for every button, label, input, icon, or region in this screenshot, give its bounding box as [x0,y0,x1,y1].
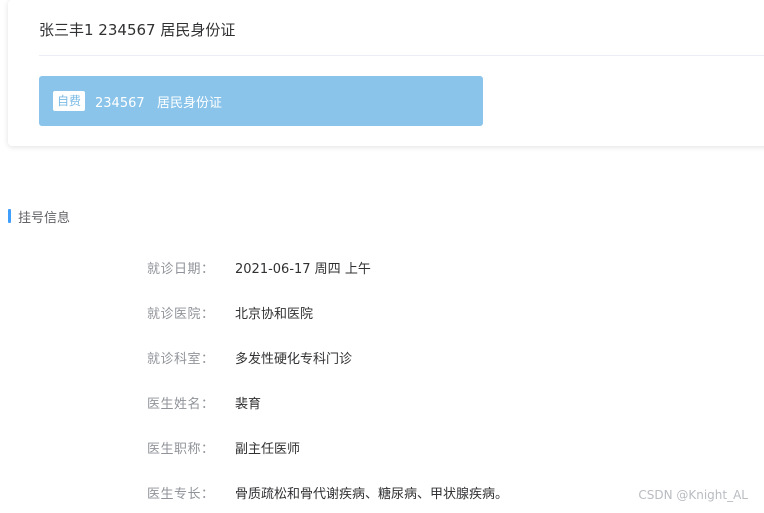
info-label: 医生职称： [147,441,215,457]
info-label: 就诊科室： [147,351,215,367]
info-row-visit-date: 就诊日期： 2021-06-17 周四 上午 [147,258,371,277]
info-row-hospital: 就诊医院： 北京协和医院 [147,303,314,322]
section-marker [8,209,11,223]
card-divider [39,55,764,56]
page: 张三丰1 234567 居民身份证 自费 234567 居民身份证 挂号信息 就… [0,0,764,513]
pay-type-badge: 自费 [53,91,86,111]
info-value: 裴育 [235,396,262,412]
info-label: 就诊日期： [147,261,215,277]
info-label: 医生专长： [147,486,215,502]
patient-title: 张三丰1 234567 居民身份证 [39,21,236,39]
patient-selector[interactable]: 自费 234567 居民身份证 [39,76,483,126]
info-value: 多发性硬化专科门诊 [235,351,353,367]
info-value: 副主任医师 [235,441,301,457]
patient-id-text: 234567 居民身份证 [95,95,223,111]
info-value: 北京协和医院 [235,306,314,322]
info-label: 医生姓名： [147,396,215,412]
info-row-doctor-specialty: 医生专长： 骨质疏松和骨代谢疾病、糖尿病、甲状腺疾病。 [147,483,509,502]
watermark: CSDN @Knight_AL [638,488,748,502]
section-title: 挂号信息 [18,210,71,226]
info-value: 骨质疏松和骨代谢疾病、糖尿病、甲状腺疾病。 [235,486,509,502]
info-row-doctor-name: 医生姓名： 裴育 [147,393,262,412]
info-label: 就诊医院： [147,306,215,322]
info-row-doctor-title: 医生职称： 副主任医师 [147,438,301,457]
info-value: 2021-06-17 周四 上午 [235,261,371,277]
section-header: 挂号信息 [8,208,71,226]
info-row-department: 就诊科室： 多发性硬化专科门诊 [147,348,353,367]
patient-card: 张三丰1 234567 居民身份证 自费 234567 居民身份证 [8,0,764,146]
